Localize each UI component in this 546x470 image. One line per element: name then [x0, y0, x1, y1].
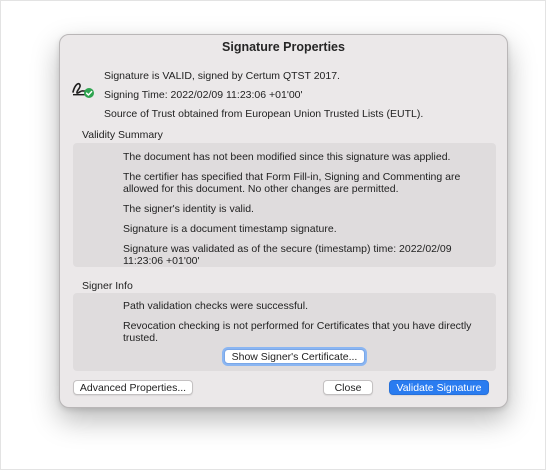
signer-item: Revocation checking is not performed for…: [123, 320, 472, 344]
signer-info-panel: Path validation checks were successful. …: [73, 293, 496, 371]
validity-item: Signature was validated as of the secure…: [123, 243, 452, 267]
validity-summary-panel: The document has not been modified since…: [73, 143, 496, 267]
validity-item: The certifier has specified that Form Fi…: [123, 171, 461, 195]
validate-signature-button[interactable]: Validate Signature: [389, 380, 489, 395]
signature-status-text: Signature is VALID, signed by Certum QTS…: [104, 70, 340, 82]
validity-item: Signature is a document timestamp signat…: [123, 223, 337, 235]
validity-item: The document has not been modified since…: [123, 151, 451, 163]
advanced-properties-button[interactable]: Advanced Properties...: [73, 380, 193, 395]
validity-summary-label: Validity Summary: [82, 129, 163, 141]
signature-valid-icon: [72, 82, 94, 98]
dialog-title: Signature Properties: [222, 40, 345, 54]
validity-item: The signer's identity is valid.: [123, 203, 254, 215]
signature-properties-dialog: Signature Properties Signature is VALID,…: [59, 34, 508, 408]
signer-item: Path validation checks were successful.: [123, 300, 309, 312]
show-signer-certificate-button[interactable]: Show Signer's Certificate...: [224, 349, 365, 364]
trust-source-text: Source of Trust obtained from European U…: [104, 108, 424, 120]
close-button[interactable]: Close: [323, 380, 373, 395]
signing-time-text: Signing Time: 2022/02/09 11:23:06 +01'00…: [104, 89, 303, 101]
signer-info-label: Signer Info: [82, 280, 133, 292]
